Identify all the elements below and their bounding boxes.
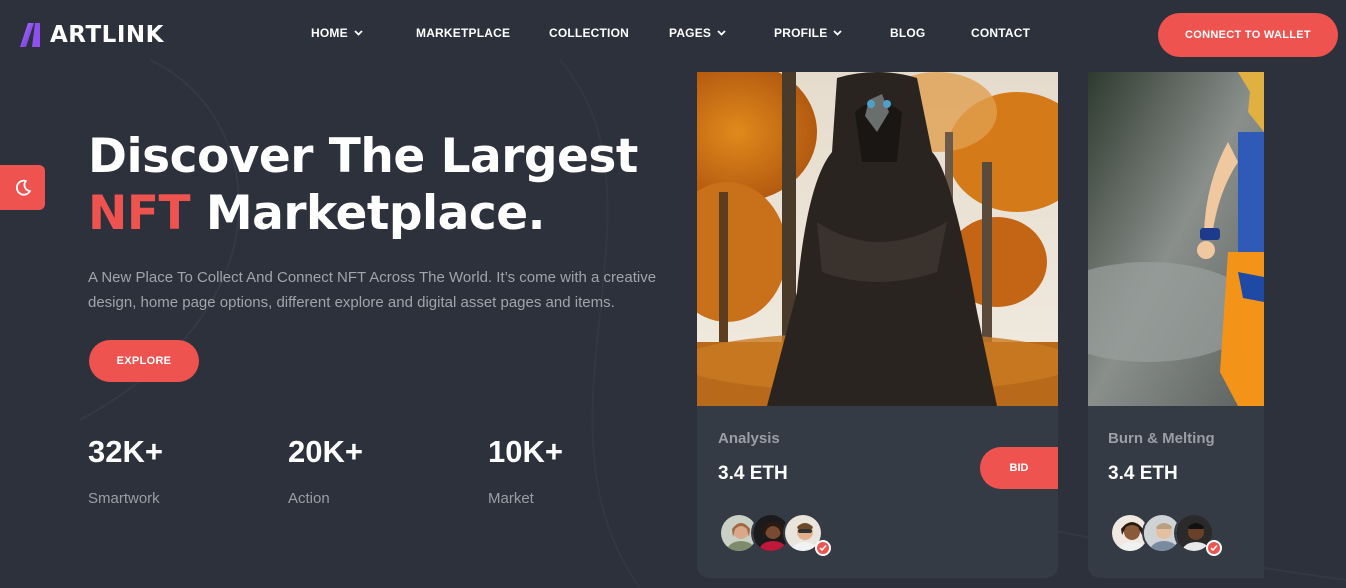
nav-label: MARKETPLACE	[416, 26, 511, 40]
logo-mark-icon	[20, 23, 40, 47]
hero-title-line2: Marketplace.	[190, 186, 546, 241]
nav-label: CONTACT	[971, 26, 1031, 40]
nav-item-profile[interactable]: PROFILE	[774, 26, 890, 40]
stat-smartwork: 32K+ Smartwork	[88, 434, 163, 507]
nft-name: Analysis	[718, 430, 780, 447]
stat-action: 20K+ Action	[288, 434, 363, 507]
stat-label: Action	[288, 490, 330, 507]
owner-avatars	[719, 513, 823, 553]
verified-icon	[1206, 540, 1222, 556]
nav-label: PROFILE	[774, 26, 828, 40]
hero-description: A New Place To Collect And Connect NFT A…	[88, 269, 657, 311]
bid-button[interactable]: BID	[980, 447, 1058, 489]
main-nav: HOME MARKETPLACE COLLECTION PAGES PROFIL…	[311, 26, 1030, 40]
nav-item-pages[interactable]: PAGES	[669, 26, 774, 40]
stat-market: 10K+ Market	[488, 434, 563, 507]
chevron-down-icon	[354, 30, 363, 36]
nav-label: COLLECTION	[549, 26, 629, 40]
explore-button[interactable]: EXPLORE	[89, 340, 199, 382]
nft-card[interactable]: Burn & Melting 3.4 ETH	[1088, 72, 1264, 578]
nav-item-marketplace[interactable]: MARKETPLACE	[416, 26, 549, 40]
hero-title-line1: Discover The Largest	[88, 129, 638, 184]
chevron-down-icon	[833, 30, 843, 36]
theme-toggle-button[interactable]	[0, 165, 45, 210]
brand-name: ARTLINK	[50, 22, 164, 48]
nav-label: HOME	[311, 26, 348, 40]
action-figure-image	[1088, 72, 1264, 406]
verified-icon	[815, 540, 831, 556]
nft-image[interactable]	[1088, 72, 1264, 406]
nft-price: 3.4 ETH	[718, 463, 788, 484]
nft-price: 3.4 ETH	[1108, 463, 1178, 484]
hero-title: Discover The Largest NFT Marketplace.	[88, 128, 638, 242]
stat-label: Smartwork	[88, 490, 160, 507]
hero-title-accent: NFT	[88, 186, 191, 241]
nav-item-blog[interactable]: BLOG	[890, 26, 971, 40]
nav-item-contact[interactable]: CONTACT	[971, 26, 1030, 40]
nft-name: Burn & Melting	[1108, 430, 1215, 447]
stat-value: 20K+	[288, 434, 363, 469]
nav-item-home[interactable]: HOME	[311, 26, 416, 40]
nav-item-collection[interactable]: COLLECTION	[549, 26, 669, 40]
connect-wallet-button[interactable]: CONNECT TO WALLET	[1158, 13, 1338, 57]
stat-value: 32K+	[88, 434, 163, 469]
owner-avatars	[1110, 513, 1214, 553]
nft-card[interactable]: Analysis 3.4 ETH BID	[697, 72, 1058, 578]
nav-label: PAGES	[669, 26, 712, 40]
chevron-down-icon	[717, 30, 726, 36]
logo[interactable]: ARTLINK	[18, 21, 164, 49]
nav-label: BLOG	[890, 26, 926, 40]
moon-icon	[15, 179, 31, 195]
stat-label: Market	[488, 490, 534, 507]
nft-image[interactable]	[697, 72, 1058, 406]
hooded-figure-image	[697, 72, 1058, 406]
stat-value: 10K+	[488, 434, 563, 469]
